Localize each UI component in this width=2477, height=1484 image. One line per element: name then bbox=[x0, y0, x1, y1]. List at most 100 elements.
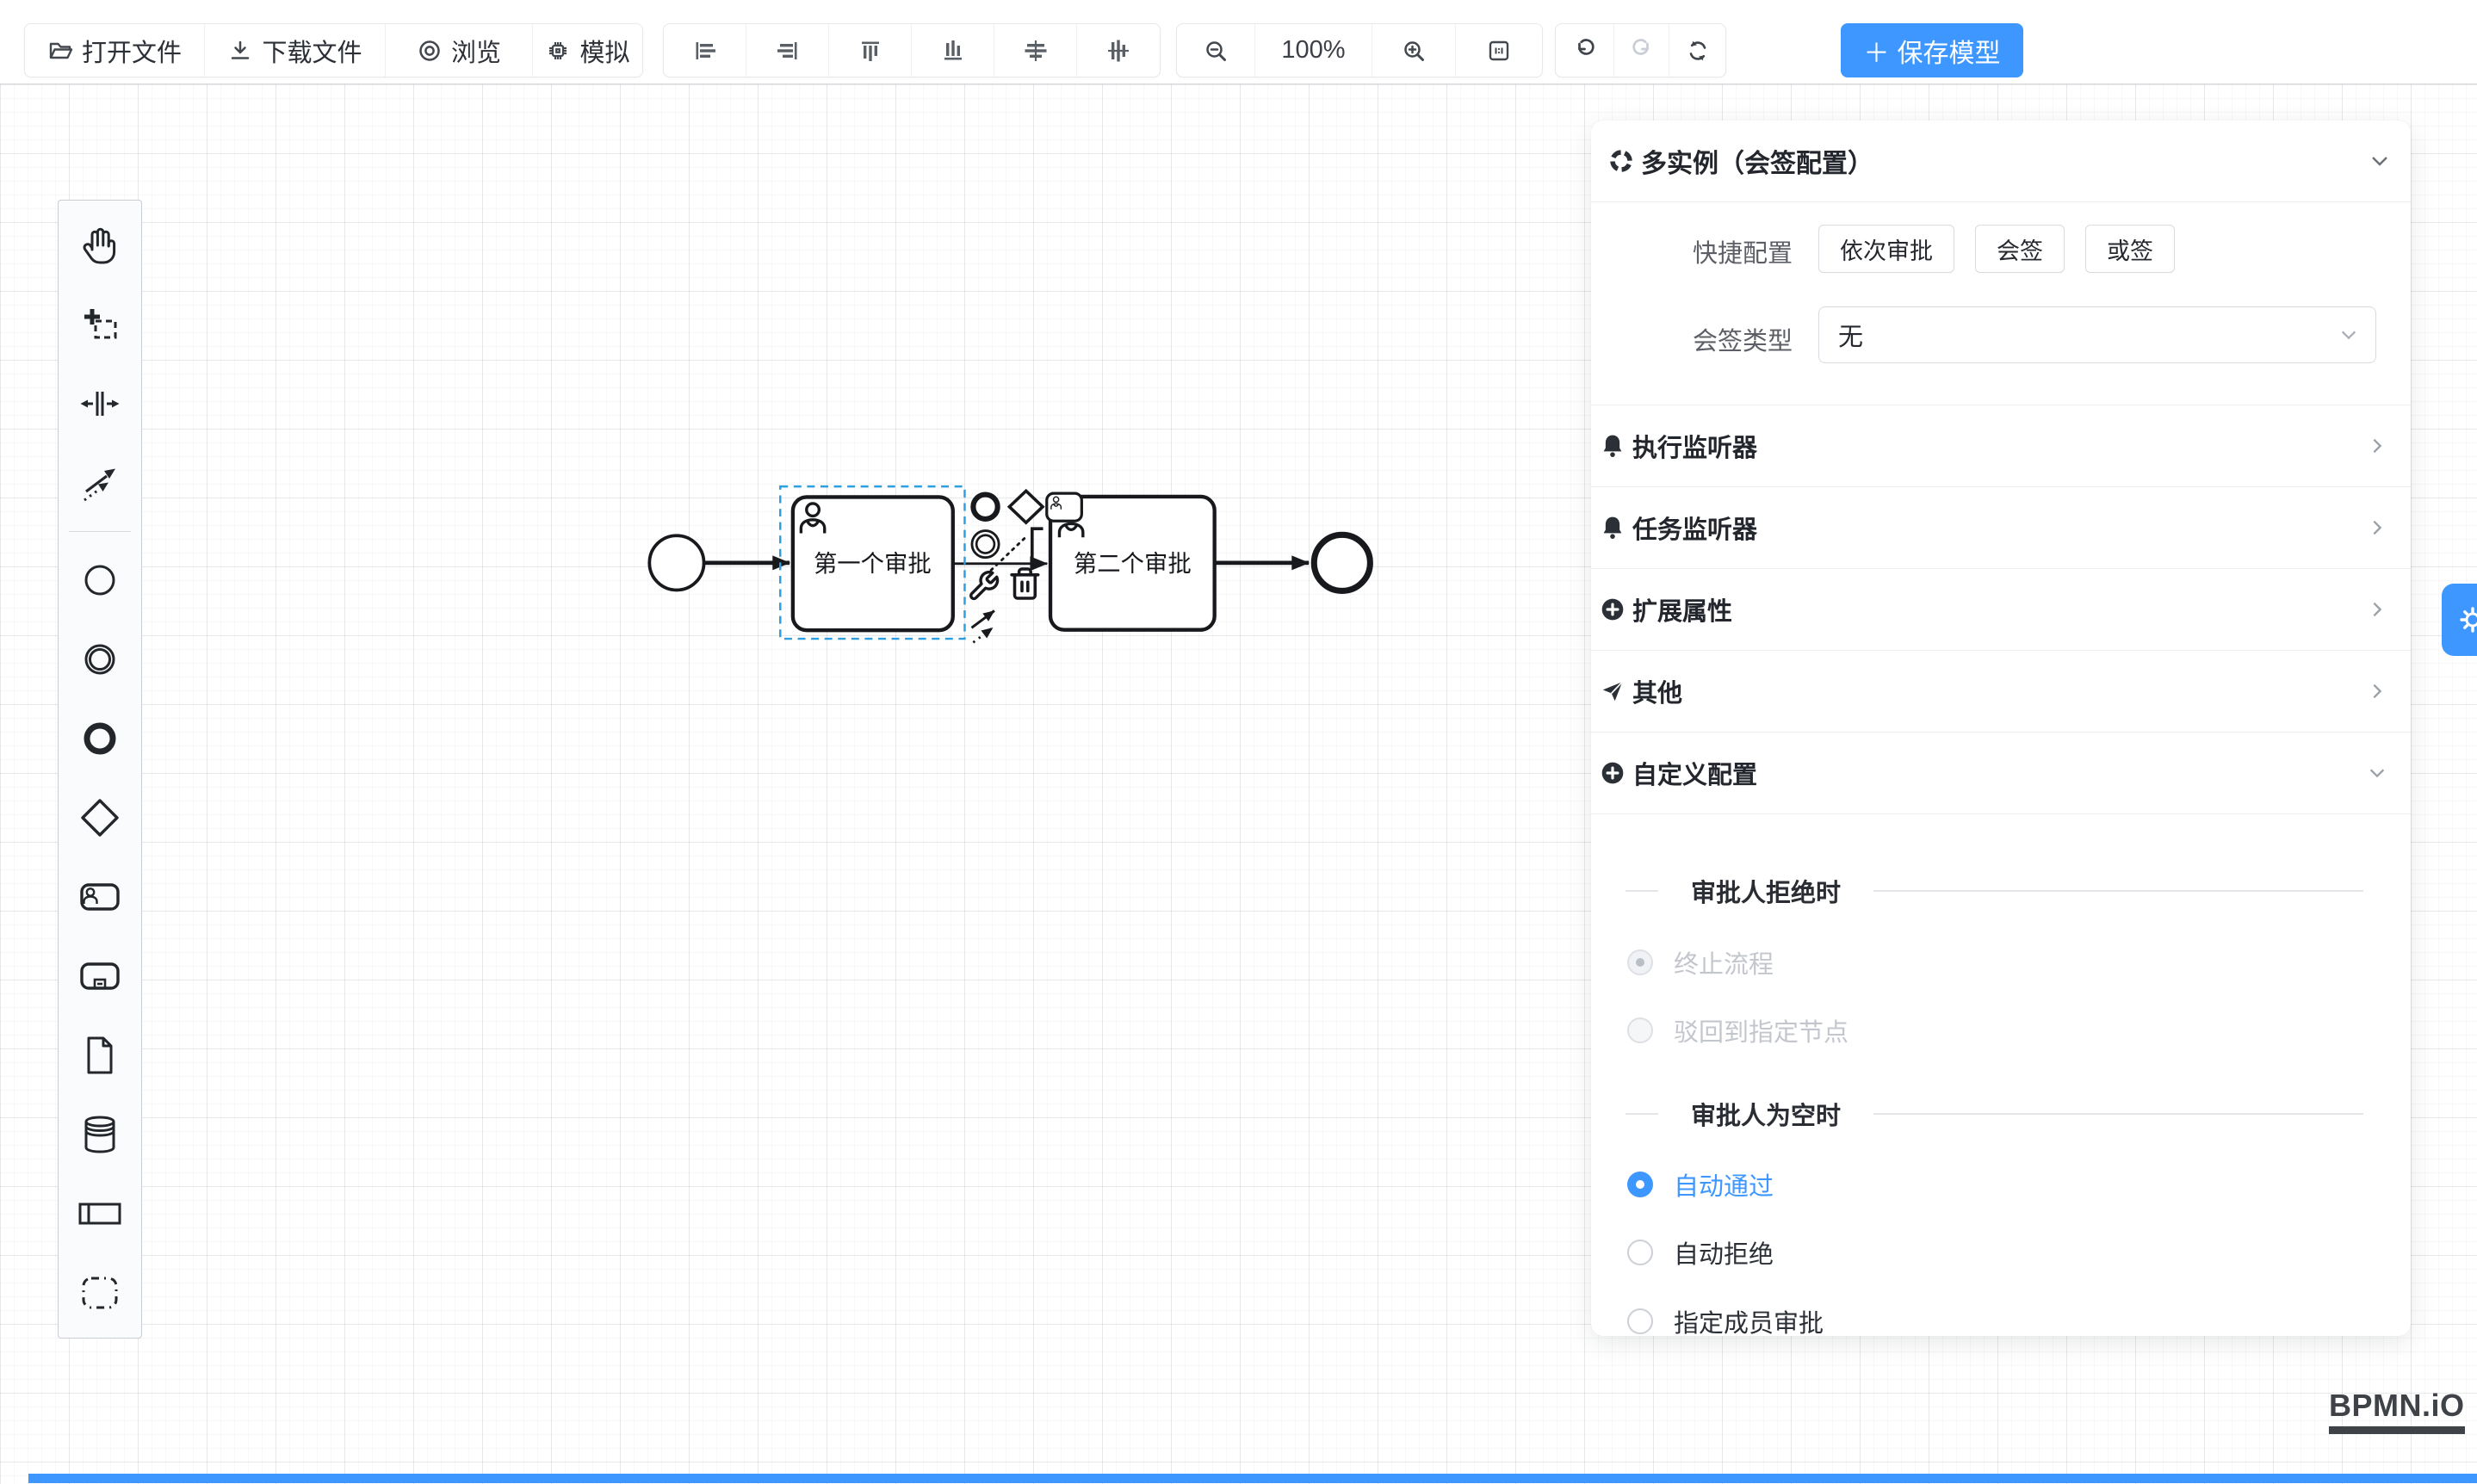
create-participant[interactable] bbox=[59, 1174, 141, 1253]
lasso-tool[interactable] bbox=[59, 285, 141, 364]
align-left-button[interactable] bbox=[664, 24, 746, 77]
radio-icon bbox=[1627, 1240, 1653, 1265]
save-model-button[interactable]: ＋ 保存模型 bbox=[1841, 23, 2023, 77]
undo-button[interactable] bbox=[1556, 24, 1614, 77]
plus-circle-icon bbox=[1600, 760, 1626, 786]
zoom-toolbar: 100% bbox=[1176, 23, 1543, 77]
radio-auto-reject[interactable]: 自动拒绝 bbox=[1627, 1237, 1774, 1268]
divider bbox=[1591, 201, 2411, 202]
chevron-down-icon bbox=[2339, 325, 2358, 344]
open-file-button[interactable]: 打开文件 bbox=[25, 24, 205, 77]
sub-process-icon bbox=[76, 952, 124, 1000]
align-top-icon bbox=[858, 38, 883, 64]
open-file-label: 打开文件 bbox=[82, 33, 182, 69]
eye-icon bbox=[417, 38, 443, 64]
preview-button[interactable]: 浏览 bbox=[386, 24, 533, 77]
sign-type-select[interactable]: 无 bbox=[1818, 306, 2376, 363]
align-middle-button[interactable] bbox=[1077, 24, 1160, 77]
fit-viewport-button[interactable] bbox=[1456, 24, 1542, 77]
multi-instance-icon bbox=[1608, 148, 1634, 174]
chevron-down-icon[interactable] bbox=[2369, 151, 2390, 171]
quick-config-countersign-button[interactable]: 会签 bbox=[1975, 225, 2065, 273]
create-gateway[interactable] bbox=[59, 778, 141, 857]
palette-separator bbox=[69, 531, 131, 532]
quick-config-orsign-button[interactable]: 或签 bbox=[2085, 225, 2175, 273]
divider bbox=[1873, 1113, 2363, 1115]
download-icon bbox=[227, 38, 253, 64]
section-execution-listener[interactable]: 执行监听器 bbox=[1591, 405, 2411, 486]
append-user-task-icon[interactable] bbox=[1047, 493, 1082, 521]
connect-arrows-icon bbox=[76, 459, 124, 507]
end-event-shape[interactable] bbox=[1314, 535, 1370, 591]
sign-type-label: 会签类型 bbox=[1591, 321, 1793, 357]
section-custom-config[interactable]: 自定义配置 bbox=[1591, 733, 2411, 813]
multi-instance-header[interactable]: 多实例（会签配置） bbox=[1608, 136, 2390, 186]
zoom-in-icon bbox=[1401, 38, 1427, 64]
space-tool[interactable] bbox=[59, 364, 141, 443]
wrench-icon[interactable] bbox=[971, 572, 998, 599]
zoom-out-button[interactable] bbox=[1177, 24, 1255, 77]
plus-circle-icon bbox=[1600, 597, 1626, 622]
start-event-shape[interactable] bbox=[649, 535, 703, 590]
space-tool-icon bbox=[76, 380, 124, 428]
simulate-button[interactable]: 模拟 bbox=[533, 24, 642, 77]
section-task-listener[interactable]: 任务监听器 bbox=[1591, 487, 2411, 568]
create-data-store[interactable] bbox=[59, 1095, 141, 1174]
radio-label: 指定成员审批 bbox=[1674, 1303, 1824, 1339]
align-right-icon bbox=[775, 38, 801, 64]
settings-tab[interactable] bbox=[2442, 584, 2477, 656]
zoom-out-icon bbox=[1203, 38, 1229, 64]
section-extension-properties[interactable]: 扩展属性 bbox=[1591, 569, 2411, 650]
empty-group-header: 审批人为空时 bbox=[1626, 1098, 2363, 1129]
create-data-object[interactable] bbox=[59, 1016, 141, 1095]
end-event-icon bbox=[76, 714, 124, 763]
create-group[interactable] bbox=[59, 1253, 141, 1333]
section-label: 其他 bbox=[1632, 673, 1682, 709]
quick-config-row: 快捷配置 依次审批 会签 或签 bbox=[1591, 225, 2411, 273]
zoom-in-button[interactable] bbox=[1372, 24, 1456, 77]
hand-icon bbox=[76, 221, 124, 269]
section-other[interactable]: 其他 bbox=[1591, 651, 2411, 732]
radio-assign-member[interactable]: 指定成员审批 bbox=[1627, 1306, 1824, 1337]
radio-icon bbox=[1627, 1308, 1653, 1334]
align-top-button[interactable] bbox=[829, 24, 912, 77]
download-file-button[interactable]: 下载文件 bbox=[205, 24, 386, 77]
align-center-button[interactable] bbox=[994, 24, 1077, 77]
task-label: 第一个审批 bbox=[814, 550, 932, 577]
zoom-level[interactable]: 100% bbox=[1255, 24, 1372, 77]
refresh-button[interactable] bbox=[1669, 24, 1725, 77]
create-end-event[interactable] bbox=[59, 699, 141, 778]
radio-return-to-node[interactable]: 驳回到指定节点 bbox=[1627, 1015, 1848, 1046]
bpmn-io-logo-underline bbox=[2329, 1426, 2465, 1434]
append-gateway-icon[interactable] bbox=[1009, 491, 1043, 522]
bpmn-io-watermark[interactable]: BPMN.iO bbox=[2329, 1388, 2465, 1434]
section-label: 扩展属性 bbox=[1632, 591, 1732, 628]
bpmn-io-logo-text: BPMN.iO bbox=[2329, 1388, 2465, 1424]
align-middle-vertical-icon bbox=[1105, 38, 1131, 64]
radio-terminate-process[interactable]: 终止流程 bbox=[1627, 947, 1774, 978]
task-first-approval[interactable]: 第一个审批 bbox=[793, 497, 953, 630]
chevron-right-icon bbox=[2368, 682, 2387, 701]
radio-auto-pass[interactable]: 自动通过 bbox=[1627, 1169, 1774, 1200]
connect-icon[interactable] bbox=[971, 611, 994, 643]
create-user-task[interactable] bbox=[59, 857, 141, 937]
create-intermediate-event[interactable] bbox=[59, 620, 141, 699]
align-right-button[interactable] bbox=[746, 24, 829, 77]
hand-tool[interactable] bbox=[59, 206, 141, 285]
append-intermediate-event-icon[interactable] bbox=[972, 531, 999, 558]
align-bottom-button[interactable] bbox=[912, 24, 994, 77]
create-start-event[interactable] bbox=[59, 541, 141, 620]
panel-title: 多实例（会签配置） bbox=[1641, 142, 1873, 180]
create-sub-process[interactable] bbox=[59, 937, 141, 1016]
global-connect-tool[interactable] bbox=[59, 443, 141, 522]
quick-config-sequential-button[interactable]: 依次审批 bbox=[1818, 225, 1954, 273]
chevron-down-icon bbox=[2368, 764, 2387, 782]
participant-icon bbox=[76, 1190, 124, 1238]
align-toolbar bbox=[663, 23, 1161, 77]
radio-icon bbox=[1627, 1172, 1653, 1197]
chip-icon bbox=[545, 38, 571, 64]
fit-viewport-icon bbox=[1486, 38, 1512, 64]
trash-icon[interactable] bbox=[1012, 569, 1038, 598]
redo-button[interactable] bbox=[1614, 24, 1669, 77]
append-end-event-icon[interactable] bbox=[973, 495, 997, 519]
